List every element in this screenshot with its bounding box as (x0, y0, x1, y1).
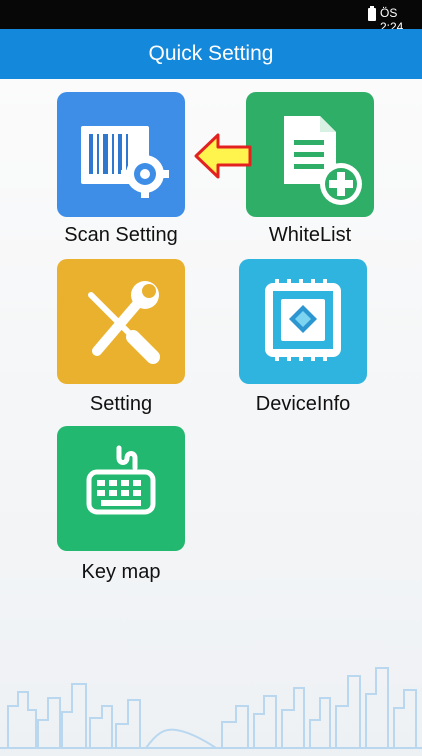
setting-button[interactable] (57, 259, 185, 384)
left-arrow-icon (194, 133, 252, 179)
keymap-button[interactable] (57, 426, 185, 551)
app-bar: Quick Setting (0, 29, 422, 79)
document-add-icon (284, 116, 362, 205)
deviceinfo-label: DeviceInfo (255, 393, 351, 415)
deviceinfo-button[interactable] (239, 259, 367, 384)
scan-setting-label: Scan Setting (64, 224, 178, 246)
quick-setting-grid: Scan Setting WhiteList Setting DeviceInf… (0, 79, 422, 756)
city-skyline (0, 667, 422, 749)
setting-label: Setting (89, 393, 153, 415)
scan-setting-button[interactable] (57, 92, 185, 217)
barcode-gear-icon (81, 126, 169, 198)
keyboard-icon (86, 445, 156, 515)
chip-icon (265, 279, 341, 361)
battery-icon (368, 6, 376, 21)
whitelist-label: WhiteList (268, 224, 352, 246)
whitelist-button[interactable] (246, 92, 374, 217)
keymap-label: Key map (81, 561, 161, 583)
page-title: Quick Setting (148, 42, 274, 65)
wrench-screwdriver-icon (88, 281, 160, 364)
status-bar: ÖS 2:24 (0, 0, 422, 34)
